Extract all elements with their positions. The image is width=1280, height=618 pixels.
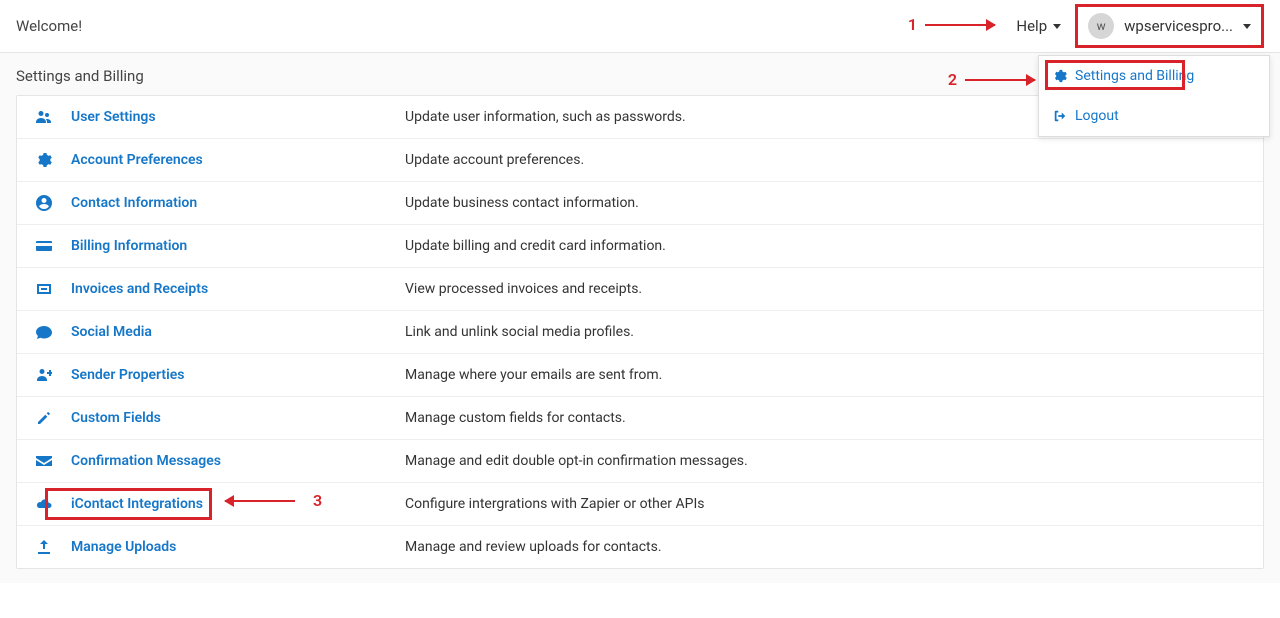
link-account-preferences[interactable]: Account Preferences: [71, 152, 203, 168]
help-label: Help: [1016, 17, 1047, 35]
desc-icontact-integrations: Configure intergrations with Zapier or o…: [405, 496, 705, 512]
pencil-icon: [35, 410, 53, 426]
link-confirmation-messages[interactable]: Confirmation Messages: [71, 453, 221, 469]
mail-icon: [35, 453, 53, 469]
welcome-text: Welcome!: [16, 17, 82, 35]
desc-custom-fields: Manage custom fields for contacts.: [405, 410, 626, 426]
caret-down-icon: [1053, 24, 1061, 29]
link-invoices-receipts[interactable]: Invoices and Receipts: [71, 281, 208, 297]
link-user-settings[interactable]: User Settings: [71, 109, 156, 125]
desc-manage-uploads: Manage and review uploads for contacts.: [405, 539, 662, 555]
link-billing-information[interactable]: Billing Information: [71, 238, 187, 254]
user-dropdown: Settings and Billing Logout: [1038, 55, 1270, 137]
cloud-icon: [35, 496, 53, 512]
users-icon: [35, 109, 53, 125]
desc-sender-properties: Manage where your emails are sent from.: [405, 367, 662, 383]
gear-icon: [35, 152, 53, 168]
row-custom-fields[interactable]: Custom Fields Manage custom fields for c…: [17, 397, 1263, 440]
caret-down-icon: [1243, 24, 1251, 29]
row-billing-information[interactable]: Billing Information Update billing and c…: [17, 225, 1263, 268]
row-icontact-integrations[interactable]: iContact Integrations Configure intergra…: [17, 483, 1263, 526]
desc-confirmation-messages: Manage and edit double opt-in confirmati…: [405, 453, 748, 469]
credit-card-icon: [35, 238, 53, 254]
link-custom-fields[interactable]: Custom Fields: [71, 410, 161, 426]
row-confirmation-messages[interactable]: Confirmation Messages Manage and edit do…: [17, 440, 1263, 483]
row-account-preferences[interactable]: Account Preferences Update account prefe…: [17, 139, 1263, 182]
desc-billing-information: Update billing and credit card informati…: [405, 238, 666, 254]
invoice-icon: [35, 281, 53, 297]
row-contact-information[interactable]: Contact Information Update business cont…: [17, 182, 1263, 225]
row-social-media[interactable]: Social Media Link and unlink social medi…: [17, 311, 1263, 354]
link-sender-properties[interactable]: Sender Properties: [71, 367, 184, 383]
desc-contact-information: Update business contact information.: [405, 195, 639, 211]
desc-account-preferences: Update account preferences.: [405, 152, 584, 168]
desc-social-media: Link and unlink social media profiles.: [405, 324, 634, 340]
row-invoices-receipts[interactable]: Invoices and Receipts View processed inv…: [17, 268, 1263, 311]
settings-table: User Settings Update user information, s…: [16, 95, 1264, 569]
upload-icon: [35, 539, 53, 555]
dropdown-settings-label: Settings and Billing: [1075, 68, 1194, 84]
link-social-media[interactable]: Social Media: [71, 324, 152, 340]
user-menu[interactable]: w wpservicespro...: [1075, 4, 1264, 48]
avatar: w: [1088, 13, 1114, 39]
dropdown-logout[interactable]: Logout: [1039, 96, 1269, 136]
link-contact-information[interactable]: Contact Information: [71, 195, 197, 211]
username-label: wpservicespro...: [1124, 17, 1233, 35]
desc-invoices-receipts: View processed invoices and receipts.: [405, 281, 642, 297]
user-circle-icon: [35, 195, 53, 211]
chat-icon: [35, 324, 53, 340]
desc-user-settings: Update user information, such as passwor…: [405, 109, 686, 125]
link-icontact-integrations[interactable]: iContact Integrations: [71, 496, 203, 512]
link-manage-uploads[interactable]: Manage Uploads: [71, 539, 176, 555]
logout-icon: [1053, 109, 1067, 123]
dropdown-logout-label: Logout: [1075, 108, 1119, 124]
help-menu[interactable]: Help: [1016, 17, 1061, 35]
row-manage-uploads[interactable]: Manage Uploads Manage and review uploads…: [17, 526, 1263, 568]
user-plus-icon: [35, 367, 53, 383]
row-sender-properties[interactable]: Sender Properties Manage where your emai…: [17, 354, 1263, 397]
dropdown-settings-billing[interactable]: Settings and Billing: [1039, 56, 1269, 96]
gear-icon: [1053, 69, 1067, 83]
